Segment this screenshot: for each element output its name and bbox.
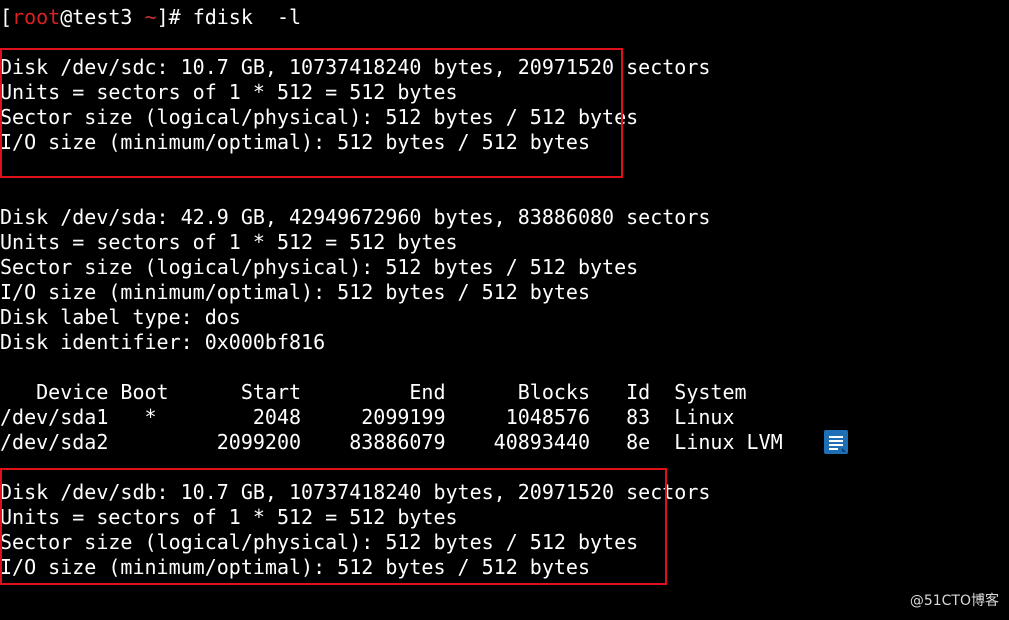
sda-sector-size-line: Sector size (logical/physical): 512 byte… (0, 255, 639, 279)
partition-table-header: Device Boot Start End Blocks Id System (0, 380, 747, 404)
prompt-open-bracket: [ (0, 5, 13, 29)
sda-label-type-line: Disk label type: dos (0, 305, 241, 329)
sda-disk-line: Disk /dev/sda: 42.9 GB, 42949672960 byte… (0, 205, 711, 229)
terminal-window[interactable]: [root@test3 ~]# fdisk -l Disk /dev/sdc: … (0, 0, 1009, 620)
watermark-text: @51CTO博客 (909, 593, 999, 609)
sdb-highlight-box (0, 468, 667, 585)
prompt-close: ]# (156, 5, 193, 29)
prompt-user: root (12, 5, 61, 29)
sda-identifier-line: Disk identifier: 0x000bf816 (0, 330, 326, 354)
prompt-line: [root@test3 ~]# fdisk -l (0, 5, 301, 30)
sda-units-line: Units = sectors of 1 * 512 = 512 bytes (0, 230, 458, 254)
note-document-icon[interactable] (824, 430, 848, 454)
partition-row-sda2: /dev/sda2 2099200 83886079 40893440 8e L… (0, 430, 783, 454)
prompt-command: fdisk -l (192, 5, 302, 29)
sda-io-size-line: I/O size (minimum/optimal): 512 bytes / … (0, 280, 591, 304)
prompt-dir: ~ (144, 5, 157, 29)
sdc-highlight-box (0, 48, 623, 178)
prompt-host: @test3 (60, 5, 145, 29)
partition-row-sda1: /dev/sda1 * 2048 2099199 1048576 83 Linu… (0, 405, 735, 429)
